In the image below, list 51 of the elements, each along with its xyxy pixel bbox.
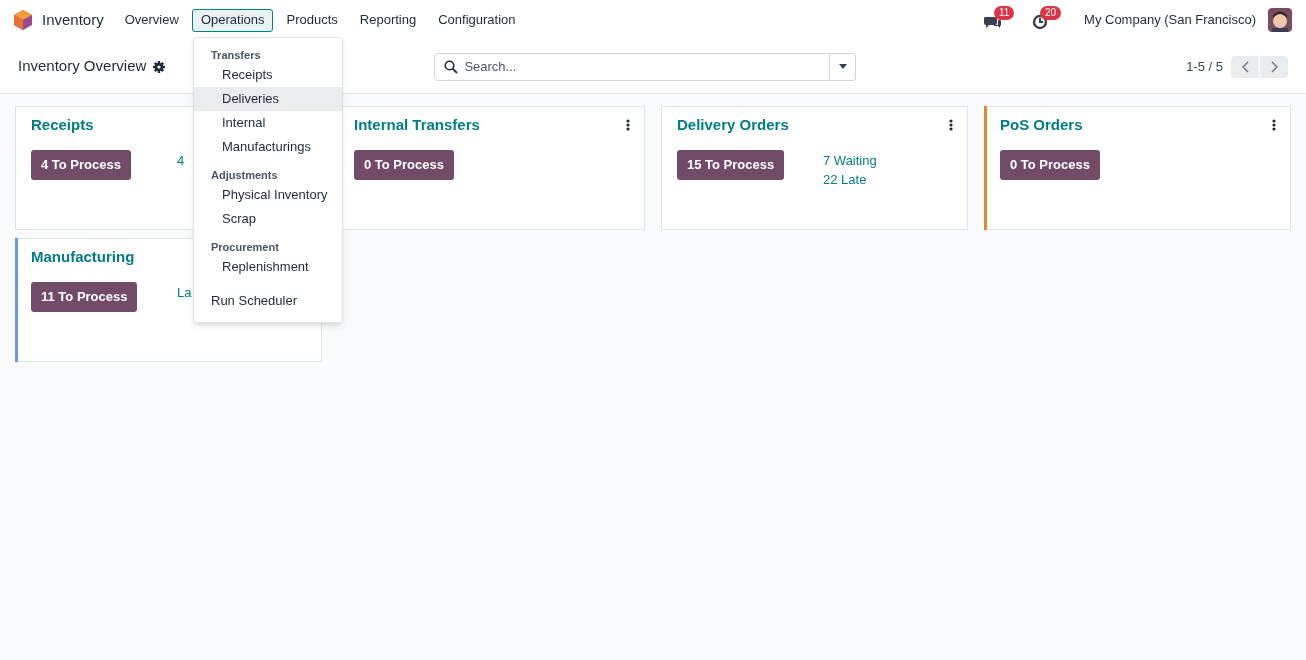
activity-count-badge: 20 — [1040, 6, 1062, 20]
dropdown-item[interactable]: Deliveries — [194, 87, 342, 111]
clock-icon[interactable] — [1032, 14, 1049, 30]
search-input[interactable]: Search... — [464, 56, 830, 77]
to-process-button[interactable]: 0 To Process — [354, 150, 454, 180]
card-title[interactable]: Manufacturing — [31, 245, 135, 269]
more-options-icon[interactable] — [949, 119, 953, 131]
stat-link[interactable]: 7 Waiting — [823, 151, 877, 170]
menu-section-header: Adjustments — [210, 168, 279, 183]
chevron-right-icon — [1270, 60, 1278, 73]
search-icon — [444, 59, 459, 74]
search-options-toggle[interactable] — [830, 52, 857, 81]
card-title[interactable]: Delivery Orders — [677, 113, 789, 137]
dropdown-item[interactable]: Receipts — [194, 63, 342, 87]
pager-value: 1-5 / 5 — [1186, 57, 1223, 76]
menu-section-header: Procurement — [210, 240, 280, 255]
stat-link[interactable]: La — [177, 283, 192, 302]
menu-item[interactable]: Operations — [191, 8, 274, 32]
dropdown-item[interactable]: Run Scheduler — [194, 289, 342, 313]
app-name[interactable]: Inventory — [42, 8, 104, 32]
search-field[interactable]: Search... — [434, 52, 831, 81]
card-title[interactable]: Internal Transfers — [354, 113, 480, 137]
card-title[interactable]: PoS Orders — [1000, 113, 1083, 137]
menu-item[interactable]: Reporting — [350, 8, 426, 32]
card-title[interactable]: Receipts — [31, 113, 94, 137]
dropdown-item[interactable]: Manufacturings — [194, 135, 342, 159]
more-options-icon[interactable] — [1272, 119, 1276, 131]
menu-item[interactable]: Overview — [115, 8, 188, 32]
company-switcher[interactable]: My Company (San Francisco) — [1084, 10, 1256, 30]
message-count-badge: 11 — [994, 6, 1015, 20]
dropdown-item[interactable]: Physical Inventory — [194, 183, 342, 207]
dropdown-item[interactable]: Internal — [194, 111, 342, 135]
to-process-button[interactable]: 15 To Process — [677, 150, 785, 180]
page-title: Inventory Overview — [18, 56, 147, 77]
chevron-left-icon — [1241, 60, 1249, 73]
user-avatar[interactable] — [1268, 8, 1292, 32]
to-process-button[interactable]: 0 To Process — [1000, 150, 1100, 180]
chat-icon[interactable] — [984, 14, 1003, 30]
caret-icon — [838, 64, 847, 69]
settings-icon[interactable] — [153, 60, 166, 73]
menu-item[interactable]: Configuration — [429, 8, 525, 32]
stat-link[interactable]: 4 — [177, 151, 185, 170]
to-process-button[interactable]: 11 To Process — [31, 282, 138, 312]
menu-item[interactable]: Products — [277, 8, 347, 32]
to-process-button[interactable]: 4 To Process — [31, 150, 131, 180]
dropdown-item[interactable]: Scrap — [194, 207, 342, 231]
dropdown-item[interactable]: Replenishment — [194, 255, 342, 279]
stat-link[interactable]: 22 Late — [823, 170, 877, 189]
more-options-icon[interactable] — [626, 119, 630, 131]
menu-section-header: Transfers — [210, 48, 262, 63]
app-logo-icon[interactable] — [14, 10, 32, 30]
